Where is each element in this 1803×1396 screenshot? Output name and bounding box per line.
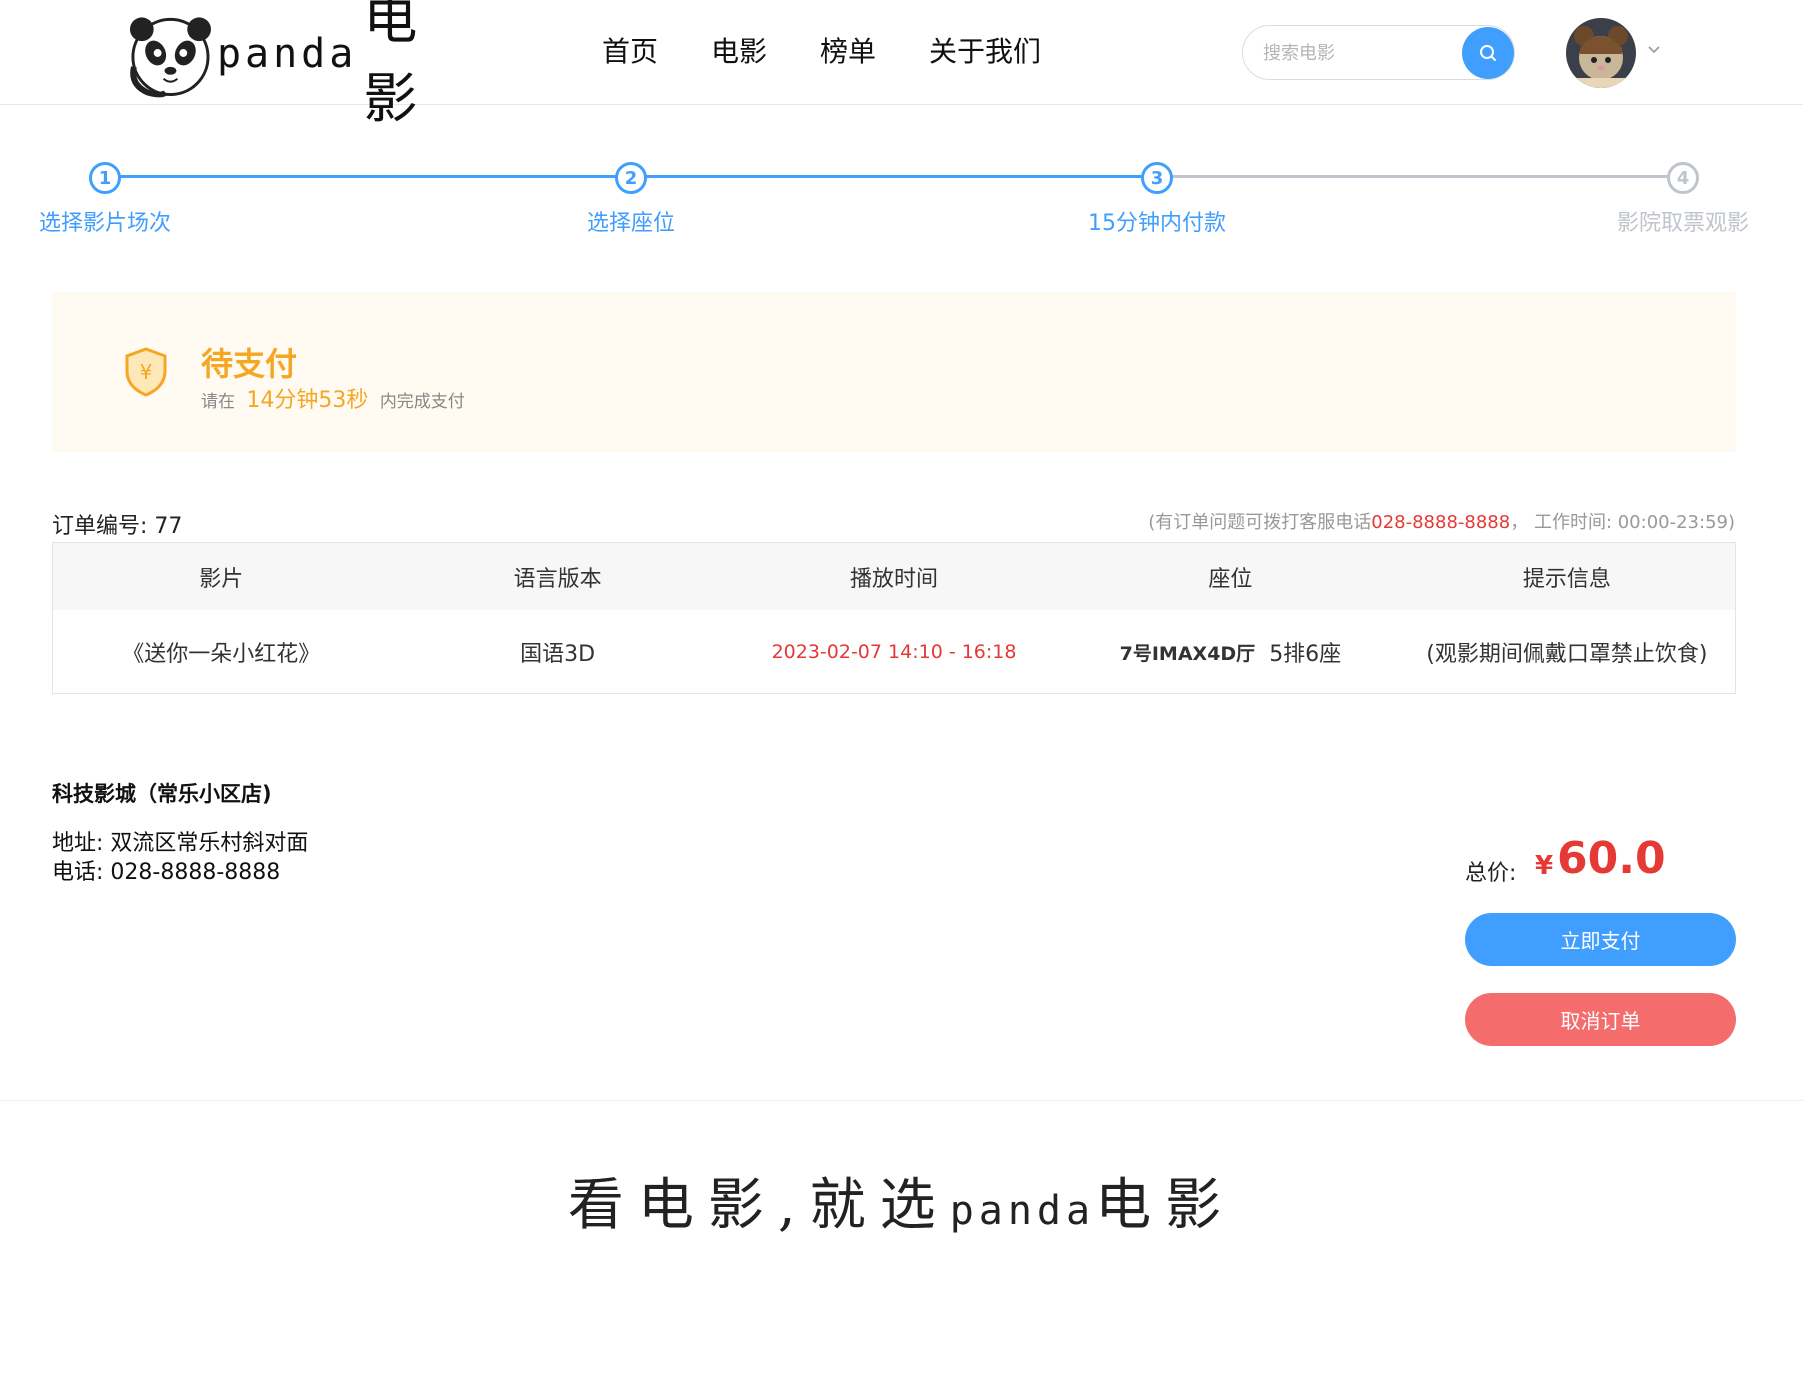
step-1-label: 选择影片场次 bbox=[38, 211, 172, 236]
slogan-post: 电影 bbox=[1095, 1173, 1236, 1238]
column-header-tips: 提示信息 bbox=[1522, 566, 1611, 592]
step-1-circle: 1 bbox=[89, 162, 121, 194]
main-nav: 首页 电影 榜单 关于我们 bbox=[602, 30, 1094, 74]
step-connector-2 bbox=[646, 175, 1142, 178]
column-header-showtime: 播放时间 bbox=[850, 566, 939, 592]
pay-now-button[interactable]: 立即支付 bbox=[1465, 913, 1736, 966]
total-price-label: 总价: bbox=[1465, 861, 1517, 886]
order-table: 影片 语言版本 播放时间 座位 提示信息 《送你一朵小红花》 国语3D 2023… bbox=[52, 542, 1736, 694]
logo-text-cn: 电影 bbox=[363, 0, 432, 130]
service-phone: 028-8888-8888 bbox=[1371, 512, 1511, 533]
column-header-movie: 影片 bbox=[199, 566, 244, 592]
search-button[interactable] bbox=[1462, 27, 1514, 79]
payment-shield-icon: ¥ bbox=[125, 347, 167, 397]
logo-text: panda 电影 bbox=[217, 0, 496, 133]
avatar-image bbox=[1566, 18, 1636, 88]
panda-logo-icon bbox=[129, 17, 211, 98]
step-2-circle: 2 bbox=[615, 162, 647, 194]
search-input[interactable] bbox=[1263, 36, 1443, 70]
search-icon bbox=[1480, 45, 1496, 61]
svg-text:¥: ¥ bbox=[140, 360, 153, 384]
pending-title: 待支付 bbox=[201, 345, 298, 383]
slogan-pre: 看电影,就选 bbox=[567, 1173, 950, 1238]
pending-sub-suffix: 内完成支付 bbox=[379, 392, 465, 412]
step-connector-1 bbox=[120, 175, 616, 178]
site-logo[interactable]: panda 电影 bbox=[126, 0, 496, 130]
table-header: 影片 语言版本 播放时间 座位 提示信息 bbox=[53, 543, 1735, 610]
nav-movies[interactable]: 电影 bbox=[711, 30, 767, 74]
step-3-circle: 3 bbox=[1141, 162, 1173, 194]
cell-movie-title: 《送你一朵小红花》 bbox=[122, 642, 321, 667]
cell-language: 国语3D bbox=[520, 642, 596, 667]
step-2-label: 选择座位 bbox=[586, 211, 676, 236]
progress-steps: 1 2 3 4 选择影片场次 选择座位 15分钟内付款 影院取票观影 bbox=[0, 150, 1803, 250]
cell-hall: 7号IMAX4D厅 bbox=[1119, 642, 1256, 665]
pending-subtitle: 请在 14分钟53秒 内完成支付 bbox=[201, 382, 465, 414]
customer-service-info: (有订单问题可拨打客服电话028-8888-8888， 工作时间: 00:00-… bbox=[1148, 508, 1735, 534]
cell-tip: (观影期间佩戴口罩禁止饮食) bbox=[1426, 642, 1708, 667]
pending-payment-banner: ¥ 待支付 请在 14分钟53秒 内完成支付 bbox=[52, 292, 1736, 452]
payment-countdown: 14分钟53秒 bbox=[246, 388, 369, 413]
cancel-order-button[interactable]: 取消订单 bbox=[1465, 993, 1736, 1046]
footer-slogan: 看电影,就选panda电影 bbox=[0, 1160, 1803, 1241]
currency-symbol: ¥ bbox=[1535, 851, 1554, 881]
cell-seat-position: 5排6座 bbox=[1269, 642, 1342, 667]
step-connector-3 bbox=[1172, 175, 1668, 178]
top-header: panda 电影 首页 电影 榜单 关于我们 bbox=[0, 0, 1803, 130]
logo-text-en: panda bbox=[216, 31, 358, 77]
step-4-label: 影院取票观影 bbox=[1616, 211, 1750, 236]
service-suffix: ， 工作时间: 00:00-23:59) bbox=[1510, 512, 1735, 533]
cell-seat: 7号IMAX4D厅 5排6座 bbox=[1062, 610, 1398, 694]
nav-about-us[interactable]: 关于我们 bbox=[929, 30, 1041, 74]
footer-divider bbox=[0, 1100, 1803, 1101]
cinema-name: 科技影城（常乐小区店) bbox=[52, 782, 272, 806]
nav-rankings[interactable]: 榜单 bbox=[820, 30, 876, 74]
table-row: 《送你一朵小红花》 国语3D 2023-02-07 14:10 - 16:18 … bbox=[53, 610, 1735, 694]
user-avatar[interactable] bbox=[1566, 18, 1636, 88]
slogan-en: panda bbox=[949, 1188, 1096, 1234]
pending-sub-prefix: 请在 bbox=[201, 392, 235, 412]
step-3-label: 15分钟内付款 bbox=[1088, 211, 1226, 236]
column-header-seat: 座位 bbox=[1208, 566, 1253, 592]
chevron-down-icon[interactable] bbox=[1646, 42, 1662, 58]
step-4-circle: 4 bbox=[1667, 162, 1699, 194]
cinema-address: 地址: 双流区常乐村斜对面 bbox=[52, 831, 309, 856]
cell-showtime: 2023-02-07 14:10 - 16:18 bbox=[771, 641, 1017, 663]
service-prefix: (有订单问题可拨打客服电话 bbox=[1148, 512, 1372, 533]
total-price-amount: 60.0 bbox=[1557, 833, 1666, 884]
order-number: 订单编号: 77 bbox=[52, 514, 183, 539]
column-header-language: 语言版本 bbox=[513, 566, 602, 592]
cinema-phone: 电话: 028-8888-8888 bbox=[52, 860, 281, 885]
search-box bbox=[1242, 25, 1515, 80]
nav-home[interactable]: 首页 bbox=[602, 30, 658, 74]
